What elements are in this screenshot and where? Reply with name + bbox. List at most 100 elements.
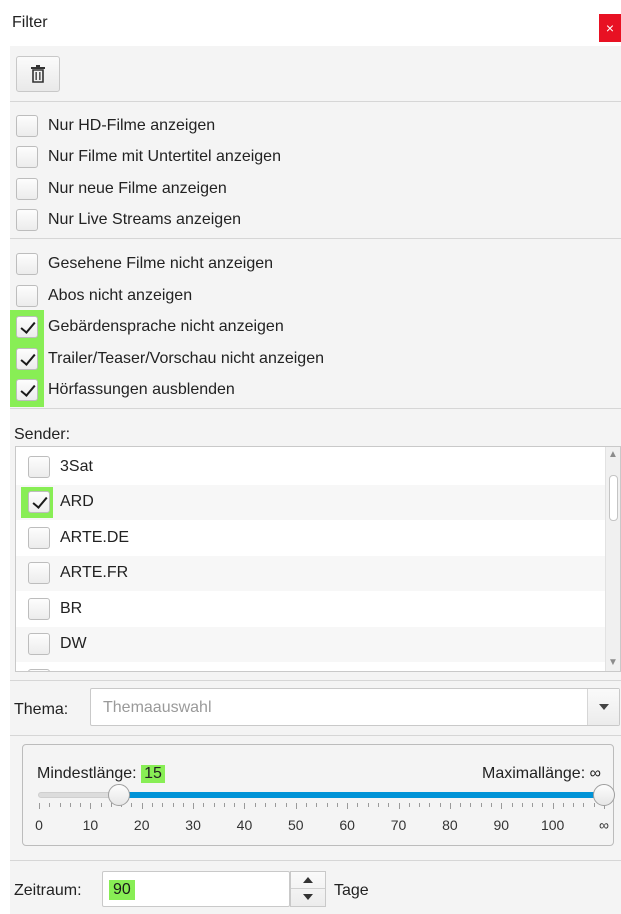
scroll-down-icon[interactable]: ▼ (608, 658, 618, 668)
delete-filter-button[interactable] (16, 56, 60, 92)
checkbox[interactable] (16, 284, 38, 307)
checkbox[interactable] (28, 526, 50, 549)
separator (10, 238, 621, 239)
checkbox[interactable] (16, 146, 38, 169)
checkbox-checked[interactable] (16, 316, 38, 338)
filter-option[interactable]: Nur Filme mit Untertitel anzeigen (16, 143, 281, 171)
slider-tick (460, 803, 462, 807)
sender-list-item[interactable]: ARTE.FR (16, 555, 606, 591)
checkbox-checked[interactable] (16, 347, 38, 370)
slider-tick (367, 803, 369, 807)
slider-tick (347, 803, 349, 809)
filter-option-label: Nur Live Streams anzeigen (48, 210, 241, 228)
min-length-thumb[interactable] (108, 784, 130, 806)
slider-ticks (23, 803, 615, 811)
slider-tick (182, 803, 184, 807)
scroll-up-icon[interactable]: ▲ (608, 450, 618, 460)
sender-label-text: HR (60, 671, 83, 672)
slider-tick (429, 803, 431, 807)
sender-label: Sender: (14, 426, 71, 443)
filter-option[interactable]: Nur Live Streams anzeigen (16, 206, 241, 234)
slider-tick (90, 803, 92, 809)
sender-list-item[interactable]: ARTE.DE (16, 520, 606, 555)
scroll-thumb[interactable] (609, 475, 618, 521)
slider-tick (439, 803, 441, 807)
filter-option[interactable]: Trailer/Teaser/Vorschau nicht anzeigen (10, 341, 324, 376)
sender-label-text: 3Sat (60, 457, 93, 475)
checkbox[interactable] (28, 668, 50, 671)
filter-option[interactable]: Nur HD-Filme anzeigen (16, 112, 215, 140)
slider-tick-label: 20 (133, 817, 150, 833)
checkbox[interactable] (28, 597, 50, 620)
filter-option-label: Nur Filme mit Untertitel anzeigen (48, 148, 281, 166)
slider-tick (244, 803, 246, 809)
filter-option[interactable]: Gebärdensprache nicht anzeigen (10, 310, 284, 344)
sender-list-item[interactable]: BR (16, 591, 606, 626)
sender-label-text: DW (60, 635, 87, 652)
slider-tick-label: 30 (185, 817, 201, 833)
slider-tick (234, 803, 236, 807)
slider-tick-label: 0 (35, 817, 43, 833)
checkbox[interactable] (16, 177, 38, 200)
close-icon[interactable]: × (599, 14, 621, 42)
slider-tick-label: 10 (82, 817, 99, 833)
spin-down-icon[interactable] (291, 889, 325, 906)
slider-tick (542, 803, 544, 807)
filter-option[interactable]: Hörfassungen ausblenden (10, 373, 235, 407)
zeitraum-unit: Tage (334, 882, 369, 899)
separator (10, 101, 621, 102)
zeitraum-spinner[interactable] (290, 871, 326, 907)
checkbox-checked[interactable] (16, 379, 38, 401)
slider-tick (480, 803, 482, 807)
checkbox[interactable] (28, 633, 50, 655)
sender-list[interactable]: 3Sat ARD ARTE.DE ARTE.FR BR DW HR ▲ ▼ (15, 446, 621, 672)
filter-option-label: Nur neue Filme anzeigen (48, 179, 227, 197)
slider-tick (491, 803, 492, 807)
slider-tick (100, 803, 102, 807)
filter-option-label: Trailer/Teaser/Vorschau nicht anzeigen (48, 349, 324, 367)
sender-list-scrollbar[interactable]: ▲ ▼ (605, 447, 620, 671)
sender-list-item[interactable]: 3Sat (16, 449, 606, 484)
checkbox[interactable] (28, 455, 50, 478)
zeitraum-label: Zeitraum: (14, 882, 82, 899)
slider-tick (162, 803, 164, 807)
slider-tick (285, 803, 287, 807)
slider-tick (69, 803, 71, 807)
checkbox[interactable] (16, 253, 38, 275)
separator (10, 680, 621, 681)
filter-option[interactable]: Nur neue Filme anzeigen (16, 175, 227, 203)
sender-list-item[interactable]: DW (16, 626, 606, 662)
spin-up-icon[interactable] (291, 872, 325, 889)
slider-tick (419, 803, 421, 807)
thema-placeholder: Themaauswahl (103, 699, 212, 716)
slider-tick (254, 803, 256, 807)
sender-list-item[interactable]: ARD (16, 484, 606, 520)
max-length-thumb[interactable] (593, 784, 615, 806)
slider-tick-label: 60 (339, 817, 355, 833)
slider-tick (378, 803, 379, 807)
sender-list-item[interactable]: HR (16, 662, 606, 672)
checkbox[interactable] (28, 562, 50, 584)
thema-combobox[interactable]: Themaauswahl (90, 688, 620, 726)
separator (10, 735, 621, 736)
zeitraum-input[interactable]: 90 (102, 871, 290, 907)
checkbox[interactable] (16, 208, 38, 231)
chevron-down-icon[interactable] (587, 689, 619, 725)
slider-tick (398, 803, 400, 809)
slider-tick (336, 803, 338, 807)
slider-tick (593, 803, 595, 807)
sender-label-text: ARTE.FR (60, 564, 129, 581)
checkbox-checked[interactable] (28, 491, 50, 513)
min-length-value: 15 (141, 765, 165, 783)
filter-option[interactable]: Abos nicht anzeigen (16, 282, 192, 310)
separator (10, 860, 621, 861)
slider-tick (552, 803, 554, 809)
filter-option[interactable]: Gesehene Filme nicht anzeigen (16, 250, 273, 278)
filter-option-label: Nur HD-Filme anzeigen (48, 117, 216, 134)
sender-label-text: ARTE.DE (60, 528, 130, 546)
checkbox[interactable] (16, 115, 38, 137)
slider-tick-label: 100 (540, 817, 565, 833)
slider-tick (449, 803, 451, 809)
slider-tick (213, 803, 215, 807)
slider-tick (193, 803, 195, 809)
